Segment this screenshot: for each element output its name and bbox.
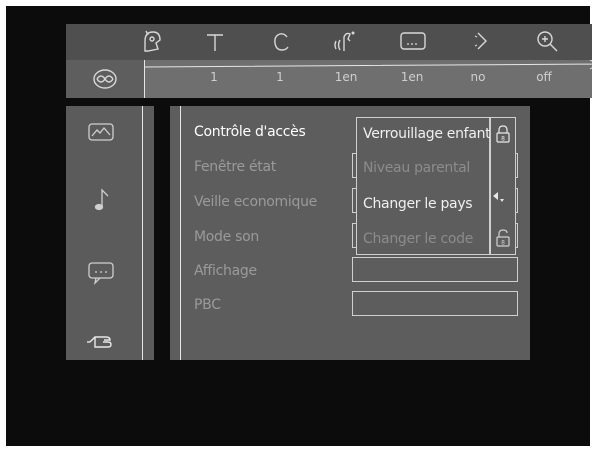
sound-icon[interactable] [84,186,118,214]
value-chapter: 1 [276,70,284,84]
menu-item-access-control[interactable]: Contrôle d'accès [194,124,306,140]
menu-item-pbc[interactable]: PBC [194,297,221,313]
subtitle-icon[interactable] [398,27,428,55]
display-field[interactable] [352,257,518,282]
submenu-item-child-lock[interactable]: Verrouillage enfant [363,126,491,142]
value-zoom: off [536,70,552,84]
submenu-item-change-country[interactable]: Changer le pays [363,196,473,212]
pbc-field[interactable] [352,291,518,316]
settings-panel: Contrôle d'accès Fenêtre état Veille eco… [170,106,530,360]
angle-icon[interactable] [466,27,496,55]
features-icon[interactable] [84,328,118,356]
menu-item-status-window[interactable]: Fenêtre état [194,159,276,175]
svg-text:8: 8 [501,136,505,143]
access-control-submenu: Verrouillage enfant Niveau parental Chan… [356,117,491,255]
unlocked-icon[interactable]: 8 [495,228,511,248]
audio-language-icon[interactable] [330,27,360,55]
title-icon[interactable] [200,27,230,55]
value-audio: 1en [334,70,358,84]
menu-item-eco-standby[interactable]: Veille economique [194,194,317,210]
menu-item-display[interactable]: Affichage [194,263,257,279]
category-divider [142,106,143,360]
navigation-cursor-icon [492,190,506,204]
lock-column: 8 8 [490,117,516,255]
submenu-item-change-code[interactable]: Changer le code [363,231,473,247]
settings-divider [180,106,181,360]
value-angle: no [470,70,486,84]
chapter-icon[interactable] [266,27,296,55]
picture-settings-icon[interactable] [84,118,118,146]
disc-icon [93,69,117,89]
locked-icon[interactable]: 8 [495,124,511,144]
submenu-item-parental-level[interactable]: Niveau parental [363,160,470,176]
status-value-bar: 1 1 1en 1en no off [66,60,592,98]
disc-cell [66,60,144,98]
audio-angle-icon[interactable] [136,27,166,55]
value-title: 1 [210,70,218,84]
zoom-icon[interactable] [532,27,562,55]
menu-item-sound-mode[interactable]: Mode son [194,229,259,245]
svg-text:8: 8 [501,240,505,247]
category-panel [66,106,154,360]
language-icon[interactable] [84,258,118,286]
value-subtitle: 1en [400,70,424,84]
top-icon-bar [66,24,592,60]
osd-screen: 1 1 1en 1en no off Contrôle d'accès Fenê… [6,6,592,446]
